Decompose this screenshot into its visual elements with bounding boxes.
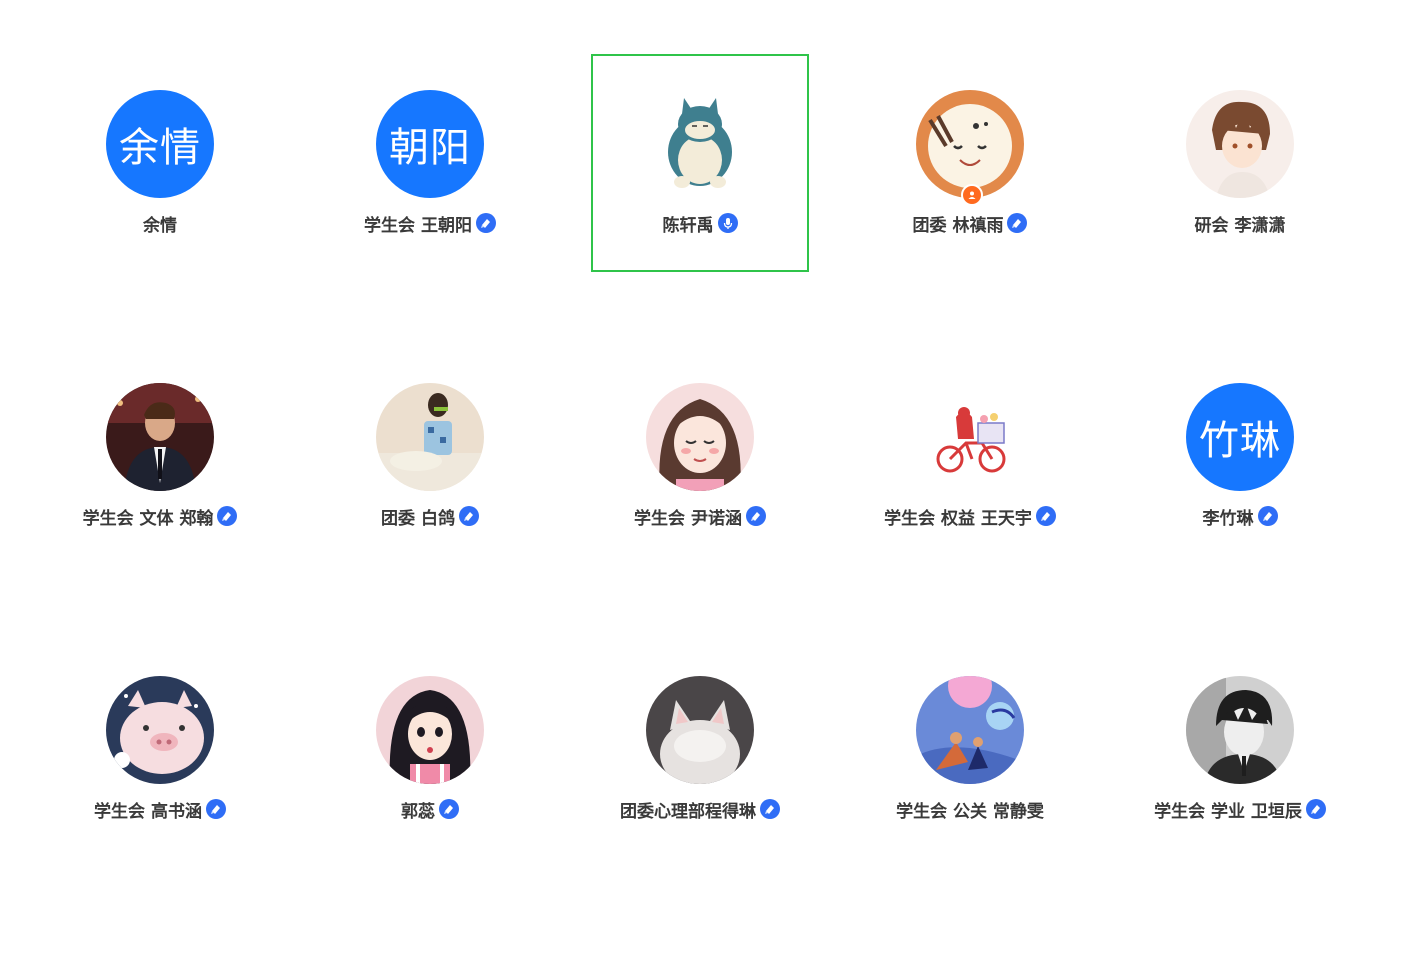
avatar-text: 竹琳 (1199, 418, 1281, 464)
avatar[interactable] (1186, 90, 1294, 198)
member-tile[interactable]: 学生会 公关 常静雯 (835, 676, 1105, 969)
verified-icon (217, 506, 238, 526)
verified-icon (439, 799, 459, 819)
member-tile[interactable]: 陈轩禹 (565, 90, 835, 383)
member-name-row: 团委 林禛雨 (912, 212, 1028, 236)
avatar-text: 朝阳 (389, 125, 471, 171)
girl-photo-avatar-image (376, 383, 484, 491)
member-name: 学生会 高书涵 (94, 801, 202, 822)
pig-avatar-image (106, 676, 214, 784)
microphone-icon (717, 213, 738, 233)
member-tile[interactable]: 朝阳 学生会 王朝阳 (295, 90, 565, 383)
avatar[interactable] (916, 676, 1024, 784)
verified-icon (760, 799, 780, 819)
member-name: 学生会 权益 王天宇 (884, 508, 1032, 529)
member-tile[interactable]: 学生会 权益 王天宇 (835, 383, 1105, 676)
admin-badge-icon (961, 184, 983, 206)
member-name: 余情 (143, 215, 177, 236)
member-name: 团委 林禛雨 (912, 215, 1004, 236)
avatar[interactable] (646, 676, 754, 784)
verified-icon (1035, 506, 1056, 526)
member-name: 李竹琳 (1202, 508, 1254, 529)
snorlax-avatar-image (646, 90, 754, 198)
member-name-row: 余情 (143, 212, 177, 236)
member-tile[interactable]: 团委 白鸽 (295, 383, 565, 676)
avatar[interactable] (376, 676, 484, 784)
retro-anime-girl-avatar-image (376, 676, 484, 784)
verified-icon (475, 213, 496, 233)
man-in-suit-avatar-image (106, 383, 214, 491)
member-tile[interactable]: 团委 林禛雨 (835, 90, 1105, 383)
member-name: 学生会 公关 常静雯 (896, 801, 1044, 822)
member-tile[interactable]: 学生会 高书涵 (25, 676, 295, 969)
verified-icon (458, 506, 479, 526)
member-tile[interactable]: 余情 余情 (25, 90, 295, 383)
verified-icon (1007, 213, 1028, 233)
avatar[interactable] (1186, 676, 1294, 784)
avatar[interactable] (376, 383, 484, 491)
member-name: 郭蕊 (401, 801, 435, 822)
member-name-row: 学生会 高书涵 (94, 798, 226, 822)
member-name-row: 学生会 学业 卫垣辰 (1154, 798, 1326, 822)
member-tile[interactable]: 研会 李潇潇 (1105, 90, 1375, 383)
avatar[interactable] (646, 90, 754, 198)
member-tile[interactable]: 学生会 文体 郑翰 (25, 383, 295, 676)
member-name-row: 学生会 文体 郑翰 (82, 505, 238, 529)
avatar-text: 余情 (119, 125, 201, 171)
member-name: 研会 李潇潇 (1194, 215, 1286, 236)
member-tile[interactable]: 郭蕊 (295, 676, 565, 969)
member-name-row: 研会 李潇潇 (1194, 212, 1286, 236)
member-name-row: 李竹琳 (1202, 505, 1278, 529)
avatar[interactable]: 余情 (106, 90, 214, 198)
member-name: 团委心理部程得琳 (620, 801, 756, 822)
avatar[interactable] (916, 90, 1024, 206)
manga-man-avatar-image (1186, 676, 1294, 784)
verified-icon (1305, 799, 1326, 819)
member-name: 陈轩禹 (662, 215, 714, 236)
avatar[interactable] (106, 383, 214, 491)
verified-icon (205, 799, 226, 819)
verified-icon (745, 506, 766, 526)
avatar[interactable]: 朝阳 (376, 90, 484, 198)
member-name-row: 学生会 权益 王天宇 (884, 505, 1056, 529)
illustrated-girl-avatar-image (646, 383, 754, 491)
member-grid: 余情 余情 朝阳 学生会 王朝阳 陈轩禹 团委 林禛雨 研会 李潇潇 学生会 文… (25, 90, 1395, 969)
member-name-row: 团委心理部程得琳 (620, 798, 780, 822)
member-name-row: 郭蕊 (401, 798, 459, 822)
member-name-row: 学生会 尹诺涵 (634, 505, 766, 529)
verified-icon (1257, 506, 1278, 526)
cat-cartoon-avatar-image (916, 90, 1024, 198)
member-name-row: 学生会 王朝阳 (364, 212, 496, 236)
member-tile[interactable]: 学生会 学业 卫垣辰 (1105, 676, 1375, 969)
avatar[interactable] (106, 676, 214, 784)
avatar[interactable] (646, 383, 754, 491)
member-tile[interactable]: 团委心理部程得琳 (565, 676, 835, 969)
member-name-row: 学生会 公关 常静雯 (896, 798, 1044, 822)
avatar[interactable] (916, 383, 1024, 491)
avatar[interactable]: 竹琳 (1186, 383, 1294, 491)
member-tile[interactable]: 学生会 尹诺涵 (565, 383, 835, 676)
anime-boy-avatar-image (1186, 90, 1294, 198)
member-tile[interactable]: 竹琳 李竹琳 (1105, 383, 1375, 676)
member-name-row: 陈轩禹 (662, 212, 738, 236)
member-name: 学生会 文体 郑翰 (82, 508, 214, 529)
member-name: 团委 白鸽 (381, 508, 455, 529)
dreamy-illustration-avatar-image (916, 676, 1024, 784)
member-name: 学生会 学业 卫垣辰 (1154, 801, 1302, 822)
bicycle-rider-avatar-image (916, 383, 1024, 491)
member-name: 学生会 王朝阳 (364, 215, 472, 236)
white-cat-avatar-image (646, 676, 754, 784)
member-name-row: 团委 白鸽 (381, 505, 479, 529)
member-name: 学生会 尹诺涵 (634, 508, 742, 529)
